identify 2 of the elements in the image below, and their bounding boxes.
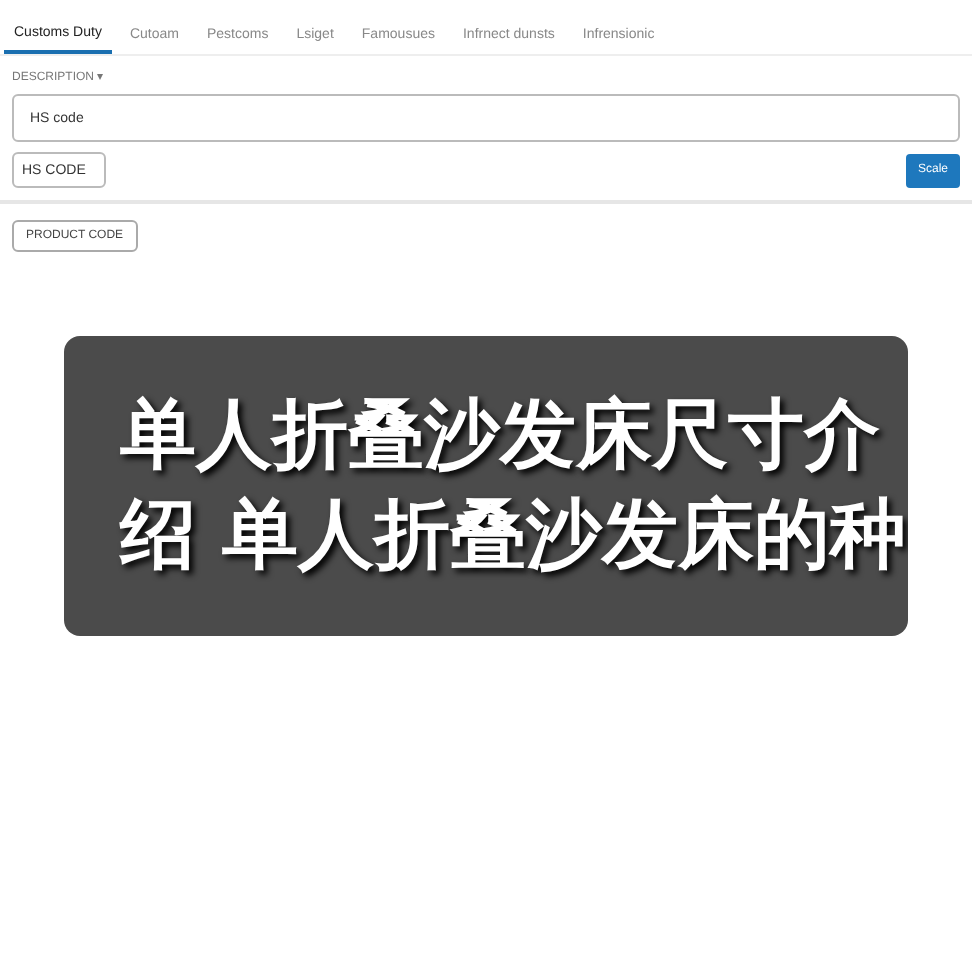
caption-text: 单人折叠沙发床尺寸介 [120, 392, 882, 480]
caption-text: 绍 单人折叠沙发床的种 [120, 492, 908, 580]
